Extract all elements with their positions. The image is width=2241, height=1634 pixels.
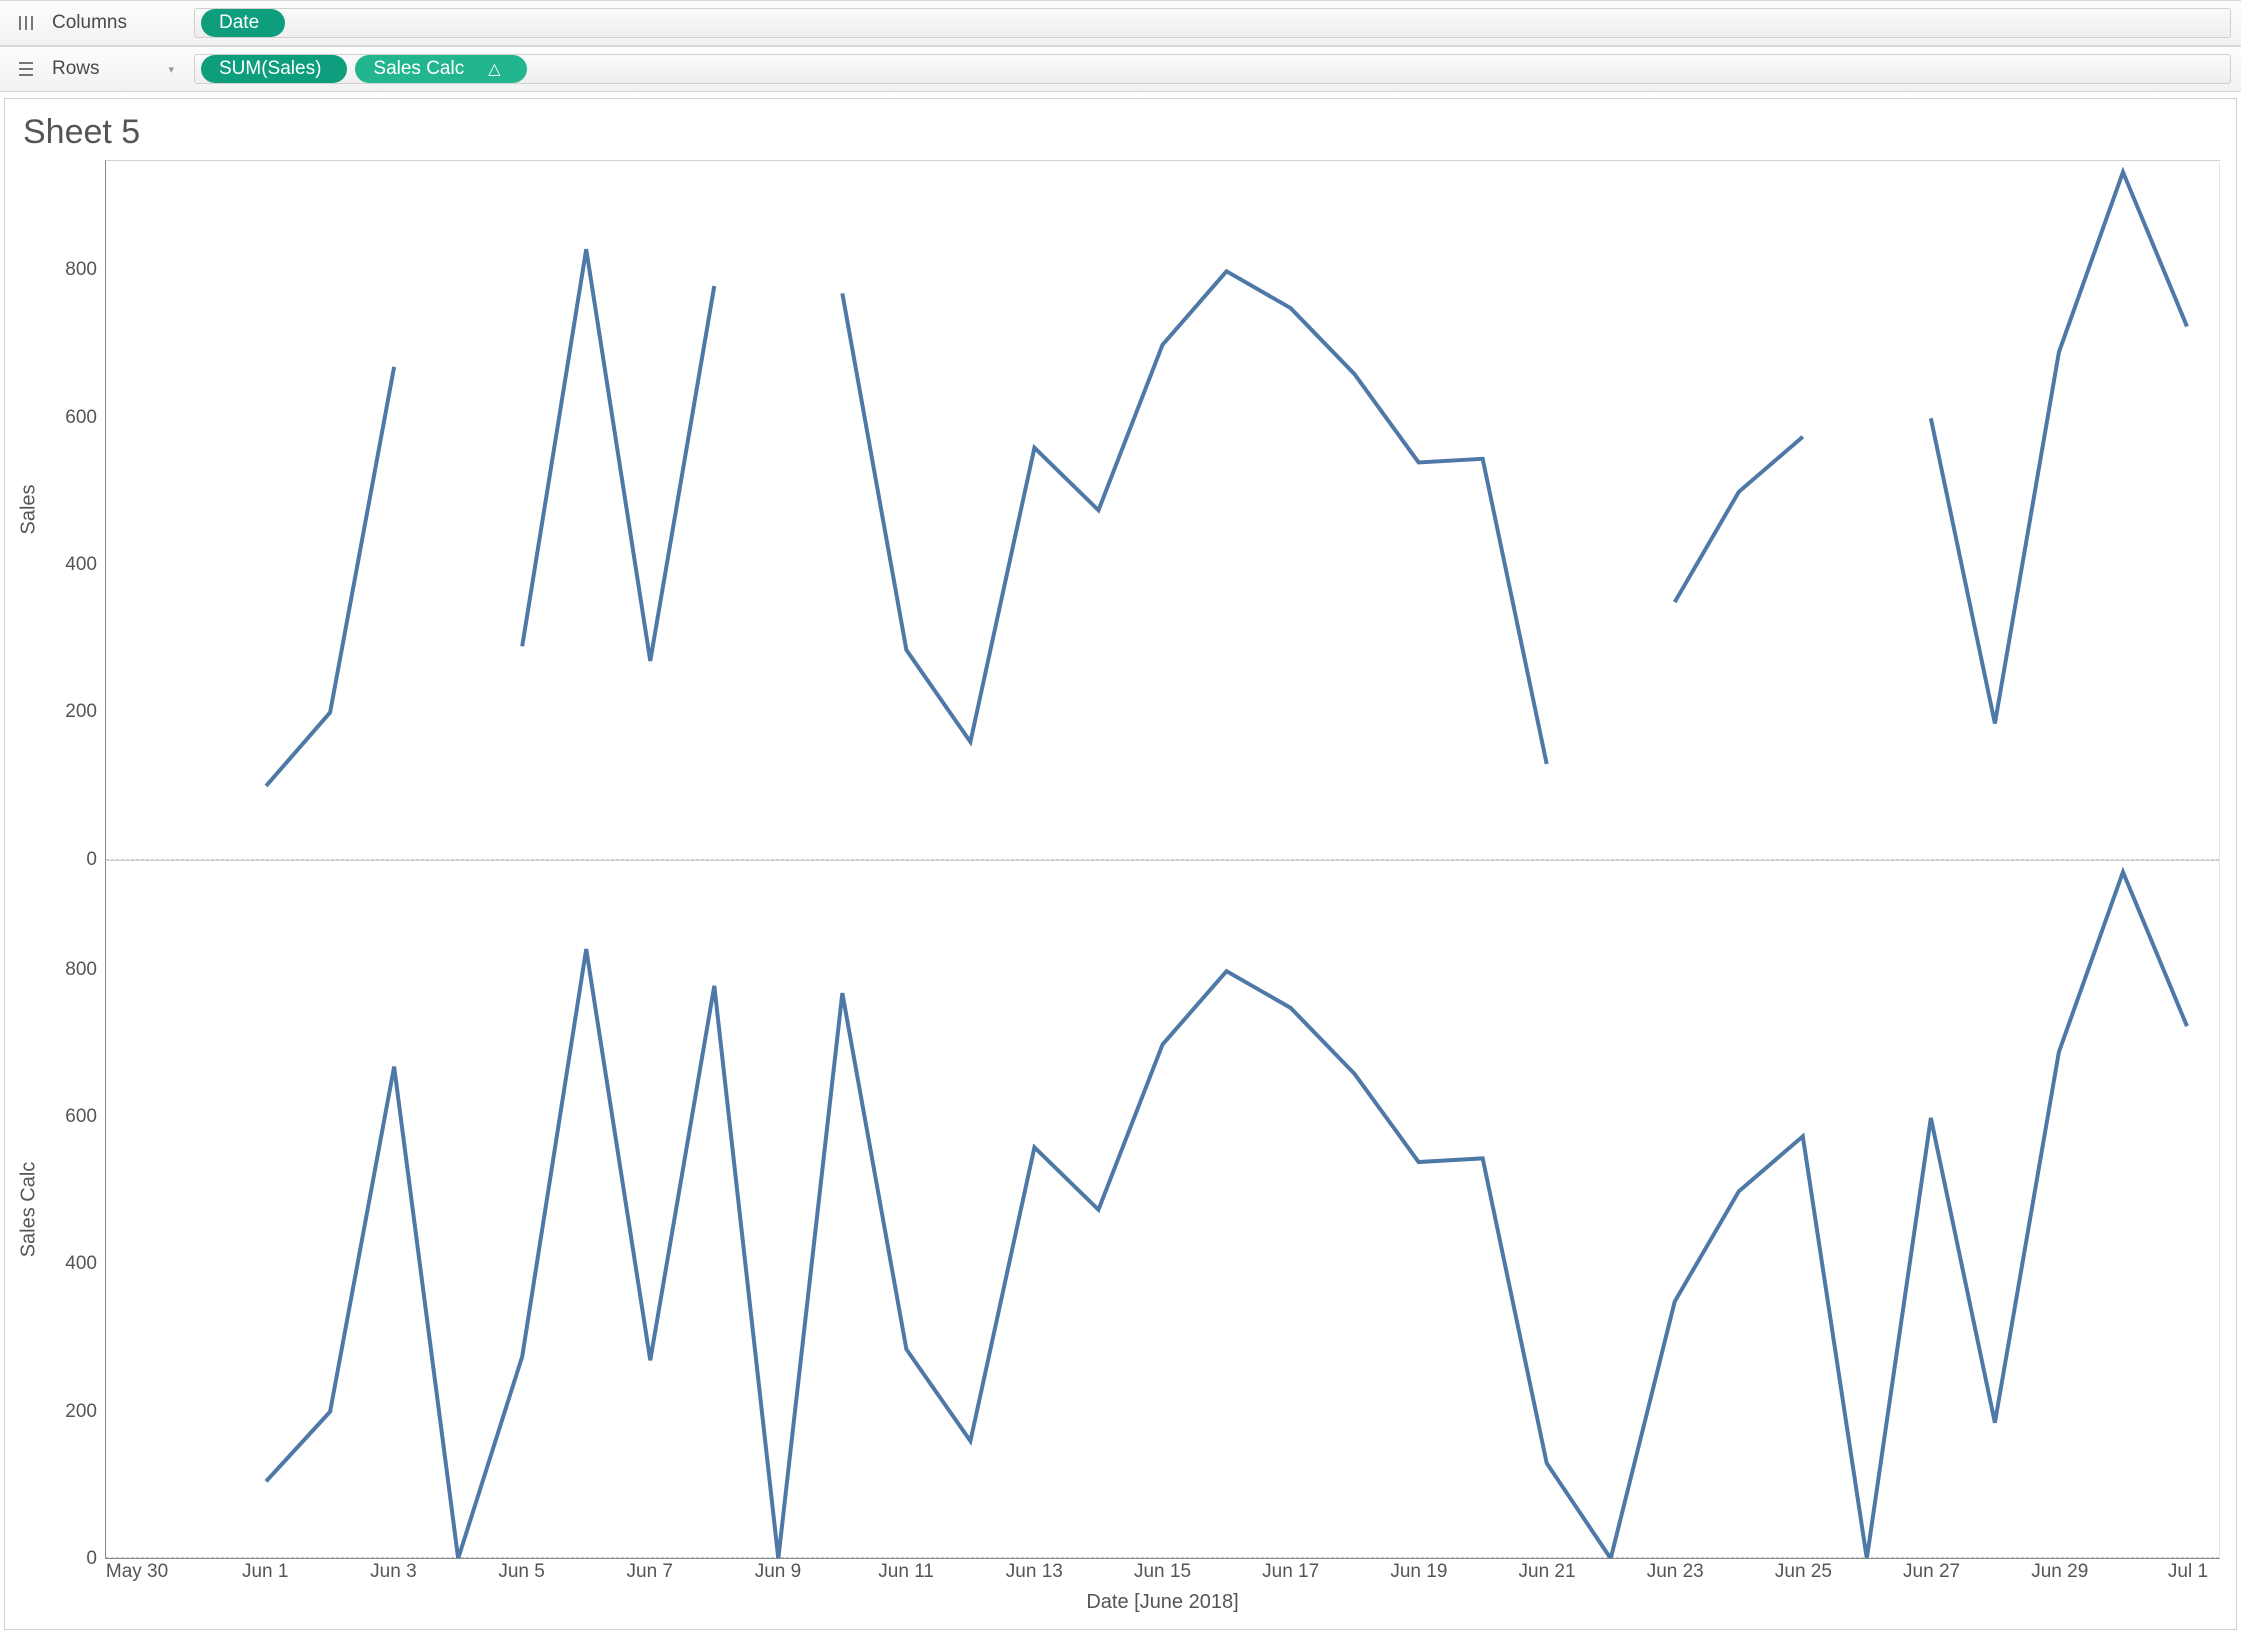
x-tick-label: Jun 9 [755,1561,801,1583]
chart-line-segment[interactable] [1675,437,1803,602]
chart-line-segment[interactable] [1931,172,2187,723]
y-axis-ticks-sales: 0200400600800 [43,160,105,860]
y-tick-label: 600 [65,407,97,429]
x-axis[interactable]: Date [June 2018] May 30 Jun 1 Jun 3 Jun 5 Ju… [15,1561,2220,1629]
columns-shelf-label-text: Columns [52,12,127,34]
y-tick-label: 200 [65,1401,97,1423]
y-axis-title-sales[interactable]: Sales [15,160,43,860]
x-tick-label: Jun 15 [1134,1561,1191,1583]
rows-icon [12,60,40,78]
x-tick-label: Jul 1 [2168,1561,2208,1583]
rows-shelf-track[interactable]: SUM(Sales) Sales Calc △ [194,54,2231,84]
y-tick-label: 800 [65,259,97,281]
sheet-title[interactable]: Sheet 5 [23,113,2220,152]
x-tick-label: May 30 [106,1561,168,1583]
pill-sum-sales-label: SUM(Sales) [219,58,321,80]
x-tick-label: Jun 19 [1390,1561,1447,1583]
x-tick-label: Jun 23 [1647,1561,1704,1583]
x-axis-ticks: Date [June 2018] May 30 Jun 1 Jun 3 Jun 5 Ju… [105,1561,2220,1629]
chart-line-segment[interactable] [266,367,394,786]
x-tick-label: Jun 13 [1006,1561,1063,1583]
x-tick-label: Jun 17 [1262,1561,1319,1583]
x-tick-label: Jun 25 [1775,1561,1832,1583]
pill-sum-sales[interactable]: SUM(Sales) [201,55,347,83]
rows-shelf-label-text: Rows [52,58,100,80]
pill-date[interactable]: Date [201,9,285,37]
x-tick-label: Jun 1 [242,1561,288,1583]
chart-line-segment[interactable] [266,872,2187,1558]
chart-line-segment[interactable] [842,271,1546,764]
columns-icon [12,14,40,32]
pill-sales-calc-label: Sales Calc [373,58,464,80]
chart-pane-sales: Sales 0200400600800 [15,160,2220,860]
y-tick-label: 0 [86,1548,97,1570]
y-tick-label: 400 [65,554,97,576]
x-tick-label: Jun 11 [878,1561,934,1583]
y-tick-label: 400 [65,1253,97,1275]
pill-sales-calc[interactable]: Sales Calc △ [355,55,526,83]
rows-shelf-label: Rows ▾ [52,58,182,80]
x-tick-label: Jun 5 [498,1561,544,1583]
plot-sales-calc[interactable] [105,860,2220,1560]
x-tick-label: Jun 21 [1519,1561,1576,1583]
plot-sales[interactable] [105,160,2220,860]
x-tick-label: Jun 27 [1903,1561,1960,1583]
x-axis-title: Date [June 2018] [105,1591,2220,1614]
y-axis-ticks-sales-calc: 0200400600800 [43,860,105,1560]
chart-line-segment[interactable] [522,249,714,661]
pill-date-label: Date [219,12,259,34]
viz-canvas: Sheet 5 Sales 0200400600800 Sales Calc 0… [4,98,2237,1630]
y-tick-label: 800 [65,959,97,981]
delta-icon: △ [488,59,500,79]
columns-shelf-track[interactable]: Date [194,8,2231,38]
x-tick-label: Jun 3 [370,1561,416,1583]
columns-shelf-label: Columns [52,12,182,34]
x-tick-label: Jun 29 [2031,1561,2088,1583]
chevron-down-icon[interactable]: ▾ [168,63,182,76]
y-tick-label: 600 [65,1106,97,1128]
y-axis-title-sales-calc[interactable]: Sales Calc [15,860,43,1560]
rows-shelf[interactable]: Rows ▾ SUM(Sales) Sales Calc △ [0,46,2241,92]
x-tick-label: Jun 7 [627,1561,673,1583]
chart-pane-sales-calc: Sales Calc 0200400600800 [15,860,2220,1560]
y-tick-label: 200 [65,701,97,723]
columns-shelf[interactable]: Columns Date [0,0,2241,46]
